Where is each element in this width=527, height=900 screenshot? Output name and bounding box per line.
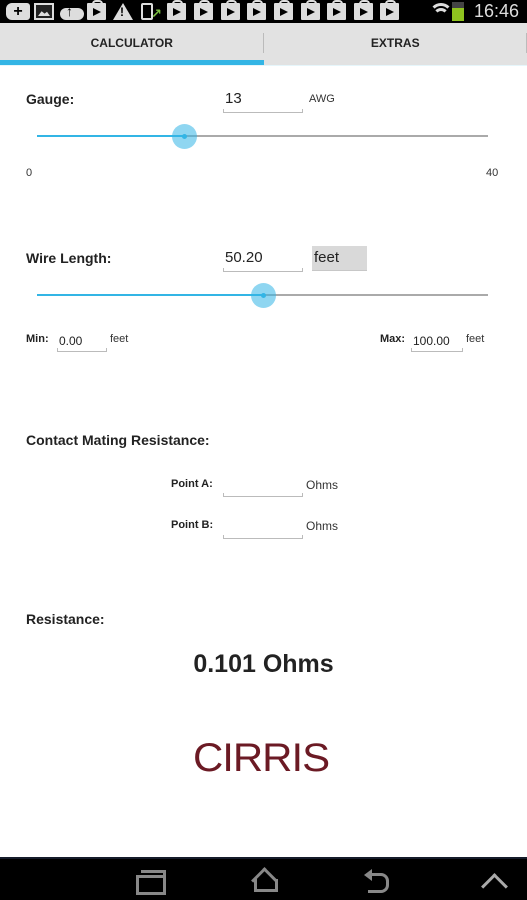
play-store-icon (274, 0, 293, 20)
wire-length-slider[interactable] (37, 280, 488, 310)
play-store-icon (167, 0, 186, 20)
max-unit: feet (466, 333, 485, 345)
point-b-label: Point B: (171, 519, 214, 531)
play-store-icon (194, 0, 213, 20)
slider-fill (37, 135, 184, 137)
length-unit-button[interactable]: feet (312, 246, 367, 271)
min-length-input[interactable]: 0.00 (57, 332, 107, 352)
navigation-bar (0, 857, 527, 900)
gauge-max-label: 40 (486, 167, 499, 179)
recent-apps-icon[interactable] (132, 867, 166, 895)
battery-icon (452, 2, 464, 21)
tab-calculator[interactable]: CALCULATOR (0, 23, 264, 65)
point-a-label: Point A: (171, 478, 213, 490)
point-a-input[interactable] (223, 473, 303, 497)
min-label: Min: (26, 333, 49, 345)
home-icon[interactable] (246, 867, 280, 893)
max-label: Max: (380, 333, 406, 345)
image-icon (34, 3, 54, 20)
resistance-label: Resistance: (26, 611, 105, 627)
cloud-upload-icon (60, 3, 84, 20)
tab-bar-shadow (0, 65, 527, 66)
resistance-result: 0.101 Ohms (193, 650, 334, 678)
clock: 16:46 (473, 1, 519, 21)
play-store-icon (247, 0, 266, 20)
wire-length-label: Wire Length: (26, 250, 112, 266)
add-icon: + (6, 3, 30, 20)
gauge-min-label: 0 (26, 167, 33, 179)
chevron-up-icon[interactable] (477, 867, 511, 893)
gauge-slider[interactable] (37, 121, 488, 151)
wire-length-input[interactable]: 50.20 (223, 248, 303, 272)
tab-extras[interactable]: EXTRAS (264, 23, 527, 65)
max-length-input[interactable]: 100.00 (411, 332, 463, 352)
point-a-unit: Ohms (306, 478, 339, 492)
gauge-unit: AWG (309, 93, 335, 105)
play-store-icon (380, 0, 399, 20)
gauge-label: Gauge: (26, 91, 75, 107)
point-b-input[interactable] (223, 515, 303, 539)
slider-thumb[interactable] (251, 283, 276, 308)
contact-mating-label: Contact Mating Resistance: (26, 432, 210, 448)
slider-fill (37, 294, 263, 296)
wifi-icon (428, 3, 453, 20)
gauge-input[interactable]: 13 (223, 89, 303, 113)
tab-divider (263, 33, 264, 53)
warning-icon (113, 3, 133, 20)
min-unit: feet (110, 333, 129, 345)
slider-thumb[interactable] (172, 124, 197, 149)
play-store-icon (327, 0, 346, 20)
cirris-logo: CIRRIS (193, 736, 330, 780)
play-store-icon (221, 0, 240, 20)
point-b-unit: Ohms (306, 519, 339, 533)
update-arrow-icon: ↗ (151, 6, 162, 21)
status-bar: + ↗ 16:46 (0, 0, 527, 23)
play-store-icon (301, 0, 320, 20)
play-store-icon (87, 0, 106, 20)
back-icon[interactable] (360, 867, 394, 893)
play-store-icon (354, 0, 373, 20)
